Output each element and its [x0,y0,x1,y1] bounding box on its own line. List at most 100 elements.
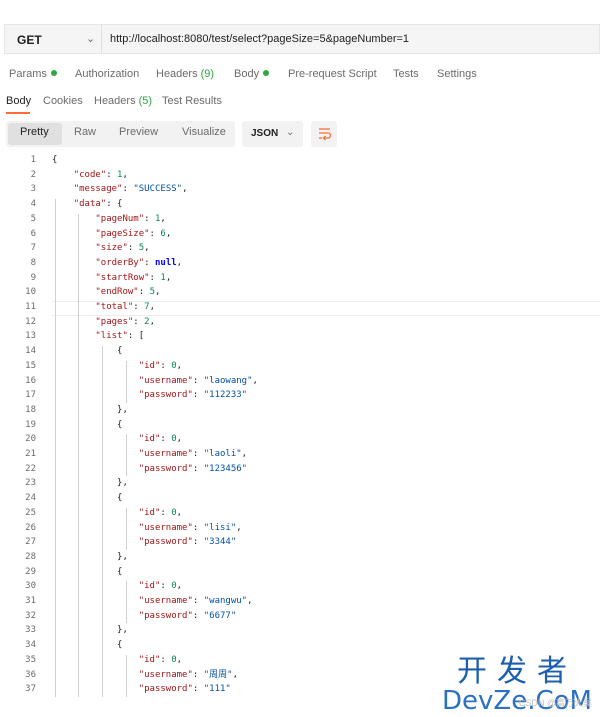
tab-settings[interactable]: Settings [437,68,477,80]
indent-guide [126,360,127,403]
active-tab-underline [6,112,30,114]
line-number: 27 [25,537,36,548]
response-tab-body[interactable]: Body [6,95,31,107]
url-input[interactable]: http://localhost:8080/test/select?pageSi… [101,24,600,54]
line-number: 17 [25,390,36,401]
code-text: "username": "周周", [138,669,238,680]
tab-authorization-label: Authorization [75,68,140,80]
response-tab-cookies-label: Cookies [43,95,83,107]
tab-headers[interactable]: Headers (9) [156,68,214,80]
chevron-down-icon: ⌄ [86,33,96,45]
line-number: 6 [30,228,36,239]
tab-body-label: Body [234,68,260,80]
code-text: "endRow": 5, [95,287,161,298]
response-tab-headers-count: (5) [138,95,153,107]
watermark-cn: 开发者 [457,654,577,689]
line-number: 4 [30,199,36,210]
code-text: }, [52,551,128,562]
code-text: "orderBy": null, [95,257,183,268]
code-line: 16 "username": "laowang", [0,374,600,389]
code-line: 8 "orderBy": null, [0,256,600,271]
code-line: 23 }, [0,476,600,491]
response-tabs: Body Cookies Headers (5) Test Results [0,90,600,116]
format-select[interactable]: JSON ⌄ [242,121,303,147]
code-text: "password": "6677" [138,610,237,621]
line-number: 20 [25,434,36,445]
line-number: 34 [25,640,36,651]
tab-tests[interactable]: Tests [393,68,419,80]
indent-guide [126,581,127,624]
code-line: 30 "id": 0, [0,579,600,594]
code-text: "id": 0, [138,654,183,665]
code-text: { [52,493,123,504]
response-tab-headers-label: Headers [94,95,136,107]
code-text: "pageNum": 1, [95,213,166,224]
watermark-credit: CSDN @高万大昊 [518,698,592,708]
code-text: "password": "3344" [138,537,237,548]
response-body-viewer[interactable]: 1{2 "code": 1, 3 "message": "SUCCESS", 4 "… [0,153,600,703]
code-line: 14 { [0,344,600,359]
code-line: 25 "id": 0, [0,506,600,521]
code-text: "username": "wangwu", [138,596,253,606]
line-number: 29 [25,566,36,577]
code-line: 17 "password": "112233" [0,388,600,403]
response-tab-cookies[interactable]: Cookies [43,95,83,107]
code-text: }, [52,404,128,415]
tab-pre-request-label: Pre-request Script [288,68,377,80]
code-line: 32 "password": "6677" [0,609,600,624]
active-dot-icon [50,70,57,76]
tab-params[interactable]: Params [9,68,57,80]
tab-body[interactable]: Body [234,68,270,80]
tab-settings-label: Settings [437,68,477,80]
line-number: 16 [25,375,36,386]
chevron-down-icon: ⌄ [286,127,295,138]
method-select[interactable]: GET ⌄ [4,24,101,54]
line-number: 21 [25,449,36,459]
line-number: 36 [25,669,36,680]
code-line: 20 "id": 0, [0,432,600,447]
tab-authorization[interactable]: Authorization [75,68,139,80]
response-tab-headers[interactable]: Headers (5) [94,95,152,107]
view-preview-button[interactable]: Preview [119,126,158,138]
line-number: 31 [25,596,36,606]
code-line: 9 "startRow": 1, [0,271,600,286]
code-text: "message": "SUCCESS", [73,184,188,195]
code-text: "size": 5, [95,243,150,254]
code-text: "total": 7, [95,302,155,312]
response-tab-test-results[interactable]: Test Results [162,95,222,107]
view-raw-button[interactable]: Raw [74,126,96,138]
line-number: 19 [25,419,36,430]
code-text: { [52,640,123,651]
tab-params-label: Params [9,68,47,80]
response-toolbar: Pretty Raw Preview Visualize JSON ⌄ [0,120,600,148]
line-number: 25 [25,507,36,518]
code-text: "username": "laowang", [138,375,258,386]
code-line: 13 "list": [ [0,329,600,344]
view-pretty-button[interactable]: Pretty [20,126,49,138]
code-line: 1{ [0,153,600,168]
line-number: 28 [25,551,36,562]
indent-guide [126,434,127,477]
line-number: 12 [25,316,36,327]
code-text: "pageSize": 6, [95,228,172,239]
response-tab-body-label: Body [6,95,32,107]
code-line: 10 "endRow": 5, [0,285,600,300]
line-number: 11 [25,302,36,312]
wrap-lines-button[interactable] [311,121,337,147]
request-tabs: Params Authorization Headers (9) Body Pr… [0,62,600,86]
code-line: 5 "pageNum": 1, [0,212,600,227]
view-visualize-button[interactable]: Visualize [182,126,226,138]
line-number: 8 [30,257,36,268]
line-number: 7 [30,243,36,254]
tab-pre-request-script[interactable]: Pre-request Script [288,68,377,80]
line-number: 14 [25,346,36,357]
line-number: 2 [30,169,36,180]
code-line: 21 "username": "laoli", [0,447,600,462]
line-number: 10 [25,287,36,298]
code-line: 24 { [0,491,600,506]
code-line: 31 "username": "wangwu", [0,594,600,609]
code-line: 26 "username": "lisi", [0,521,600,536]
indent-guide [126,507,127,550]
line-number: 18 [25,404,36,415]
code-text: "username": "lisi", [138,522,242,533]
